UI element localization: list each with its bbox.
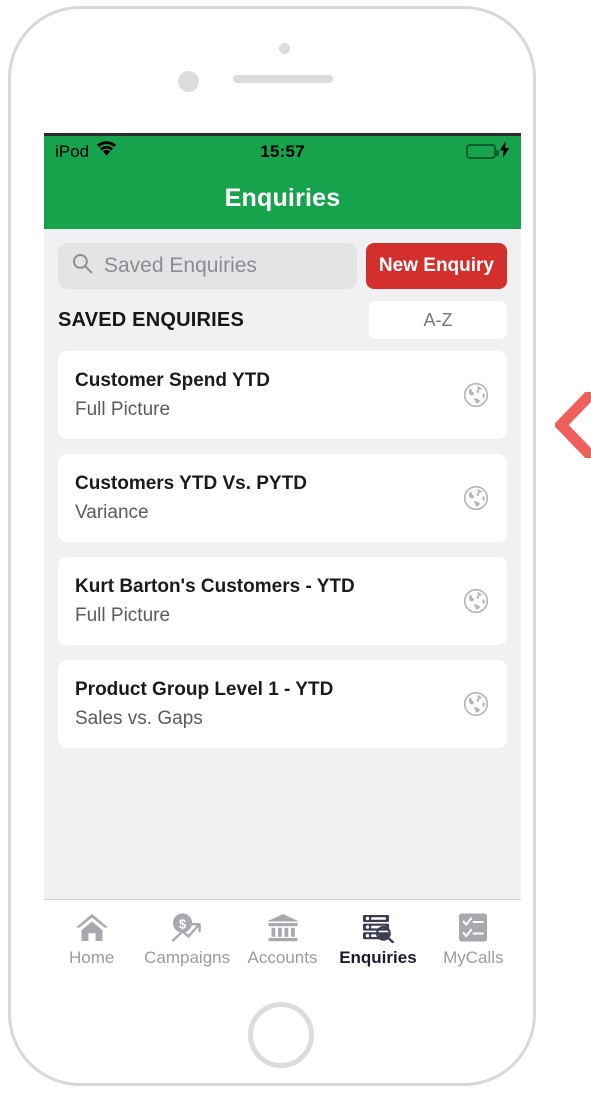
phone-frame: iPod 15:57 Enquiries Saved Enquiries New…	[8, 6, 536, 1086]
svg-text:$: $	[179, 916, 187, 931]
search-icon	[72, 253, 93, 279]
chevron-left-icon[interactable]	[553, 388, 591, 462]
section-header-row: SAVED ENQUIRIES A-Z	[44, 301, 521, 351]
sort-order-button[interactable]: A-Z	[369, 301, 507, 339]
tab-enquiries[interactable]: Enquiries	[330, 900, 425, 978]
list-item[interactable]: Customer Spend YTD Full Picture	[58, 351, 507, 439]
list-item-subtitle: Variance	[75, 501, 149, 523]
status-bar-right	[305, 140, 510, 163]
carrier-label: iPod	[55, 141, 90, 161]
navigation-bar: Enquiries	[44, 167, 521, 229]
list-item-title: Product Group Level 1 - YTD	[75, 678, 334, 700]
search-input[interactable]: Saved Enquiries	[58, 243, 357, 289]
battery-icon	[466, 144, 500, 159]
new-enquiry-button[interactable]: New Enquiry	[365, 243, 507, 289]
list-item-title: Customer Spend YTD	[75, 369, 270, 391]
list-item-texts: Kurt Barton's Customers - YTD Full Pictu…	[75, 576, 463, 627]
home-button[interactable]	[248, 1002, 314, 1068]
proximity-sensor-icon	[279, 43, 290, 54]
globe-icon[interactable]	[463, 588, 489, 614]
globe-icon[interactable]	[463, 382, 489, 408]
list-item-subtitle: Full Picture	[75, 604, 171, 626]
list-search-icon	[359, 911, 397, 945]
home-icon	[73, 911, 111, 945]
status-bar: iPod 15:57	[44, 136, 521, 167]
page-title: Enquiries	[224, 183, 341, 212]
dollar-growth-icon: $	[168, 911, 206, 945]
search-row: Saved Enquiries New Enquiry	[44, 229, 521, 301]
section-title: SAVED ENQUIRIES	[58, 308, 244, 331]
list-item[interactable]: Product Group Level 1 - YTD Sales vs. Ga…	[58, 660, 507, 748]
list-item-subtitle: Full Picture	[75, 398, 171, 420]
checklist-icon	[454, 911, 492, 945]
list-item-title: Kurt Barton's Customers - YTD	[75, 575, 355, 597]
bottom-tab-bar: Home $ Campaigns Accounts Enquiries MyCa…	[44, 899, 521, 978]
tab-label: MyCalls	[443, 947, 504, 967]
globe-icon[interactable]	[463, 691, 489, 717]
earpiece-speaker	[233, 75, 333, 83]
tab-mycalls[interactable]: MyCalls	[426, 900, 521, 978]
tab-label: Home	[69, 947, 115, 967]
lightning-bolt-icon	[499, 140, 510, 163]
tab-label: Enquiries	[339, 947, 417, 967]
list-item[interactable]: Kurt Barton's Customers - YTD Full Pictu…	[58, 557, 507, 645]
status-bar-left: iPod	[55, 141, 260, 162]
list-item-texts: Product Group Level 1 - YTD Sales vs. Ga…	[75, 679, 463, 730]
list-item-texts: Customer Spend YTD Full Picture	[75, 370, 463, 421]
wifi-icon	[96, 141, 117, 162]
saved-enquiries-list: Customer Spend YTD Full Picture Customer…	[44, 351, 521, 899]
list-item-texts: Customers YTD Vs. PYTD Variance	[75, 473, 463, 524]
bank-icon	[264, 911, 302, 945]
tab-home[interactable]: Home	[44, 900, 139, 978]
phone-screen: iPod 15:57 Enquiries Saved Enquiries New…	[44, 133, 521, 978]
list-item-subtitle: Sales vs. Gaps	[75, 707, 203, 729]
tab-label: Campaigns	[144, 947, 231, 967]
tab-accounts[interactable]: Accounts	[235, 900, 330, 978]
tab-label: Accounts	[247, 947, 318, 967]
search-placeholder-text: Saved Enquiries	[104, 254, 257, 277]
list-item-title: Customers YTD Vs. PYTD	[75, 472, 307, 494]
globe-icon[interactable]	[463, 485, 489, 511]
tab-campaigns[interactable]: $ Campaigns	[139, 900, 234, 978]
front-camera-icon	[178, 71, 199, 92]
status-bar-clock: 15:57	[260, 141, 305, 161]
list-item[interactable]: Customers YTD Vs. PYTD Variance	[58, 454, 507, 542]
